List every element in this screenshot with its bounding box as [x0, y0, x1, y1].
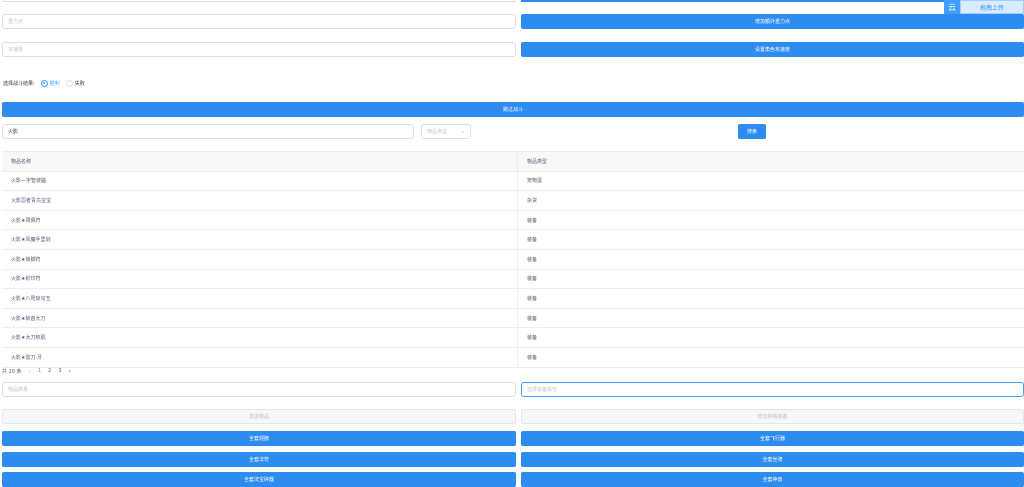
- full-treasure-button[interactable]: 全套法宝碎器: [2, 472, 516, 487]
- radio-defeat[interactable]: 失败: [65, 79, 85, 87]
- page-3[interactable]: 3: [58, 368, 61, 374]
- column-header-type: 物品类型: [527, 158, 548, 165]
- item-type-cell: 装备: [527, 256, 538, 263]
- table-row[interactable]: 火影★大刀鲛肌 装备: [2, 328, 1024, 348]
- table-row[interactable]: 火影★风魔手里剑 装备: [2, 230, 1024, 250]
- table-row[interactable]: 火影★八咫琼勾玉 装备: [2, 289, 1024, 309]
- battle-result-group: 选择战斗结果: 胜利 失败: [3, 77, 85, 89]
- table-row[interactable]: 火影★封印符 装备: [2, 269, 1024, 290]
- drag-upload-button[interactable]: 拖拽上传: [960, 0, 1024, 14]
- full-mount-button[interactable]: 全套坐骑: [521, 452, 1024, 467]
- cloud-icon[interactable]: 云: [944, 0, 960, 14]
- set-speed-button[interactable]: 设置角色攻速度: [521, 42, 1024, 57]
- item-type-cell: 装备: [527, 315, 538, 322]
- battle-result-label: 选择战斗结果:: [3, 80, 35, 87]
- send-item-button[interactable]: 发送物品: [2, 409, 516, 424]
- add-gravity-button[interactable]: 增加额外重力点: [521, 14, 1024, 29]
- table-row[interactable]: 火影—宇智波鼬 宠物蛋: [2, 171, 1024, 192]
- chevron-down-icon: ⌄: [459, 128, 465, 135]
- item-name-cell: 火影忍者青鸟宝宝: [2, 191, 518, 210]
- full-aircraft-button[interactable]: 全套飞行器: [521, 431, 1024, 446]
- table-row[interactable]: 火影★斩首大刀 装备: [2, 308, 1024, 329]
- item-name-cell: 火影★雷刀·牙: [2, 347, 518, 367]
- pagination: 共 20 条 ‹ 1 2 3 ›: [2, 366, 71, 376]
- item-type-cell: 杂货: [527, 197, 538, 204]
- chevron-right-icon[interactable]: ›: [69, 368, 71, 375]
- chevron-left-icon[interactable]: ‹: [29, 368, 31, 375]
- item-name-cell: 火影—宇智波鼬: [2, 171, 518, 191]
- item-search-input[interactable]: [2, 124, 414, 139]
- page-1[interactable]: 1: [38, 368, 41, 374]
- speed-input[interactable]: [2, 42, 516, 57]
- item-type-cell: 装备: [527, 335, 538, 342]
- radio-victory[interactable]: 胜利: [40, 79, 60, 87]
- item-name-cell: 火影★风魔手里剑: [2, 230, 518, 249]
- item-name-cell: 火影★八咫琼勾玉: [2, 289, 518, 308]
- item-type-cell: 装备: [527, 237, 538, 244]
- top-input-remnant[interactable]: [2, 0, 516, 2]
- table-row[interactable]: 火影忍者青鸟宝宝 杂货: [2, 191, 1024, 211]
- item-type-cell: 装备: [527, 217, 538, 224]
- full-talisman-button[interactable]: 全套法符: [2, 452, 516, 467]
- category-select[interactable]: 物品类型 ⌄: [421, 124, 471, 139]
- attribute-input[interactable]: [521, 382, 1024, 397]
- search-button[interactable]: 搜索: [738, 124, 766, 139]
- radio-checked-icon: [40, 79, 48, 87]
- upload-widget: 云 拖拽上传: [944, 0, 1024, 14]
- page-2[interactable]: 2: [48, 368, 51, 374]
- item-name-cell: 火影★锁脚符: [2, 249, 518, 269]
- item-type-cell: 宠物蛋: [527, 178, 543, 185]
- item-name-cell: 火影★颈佩符: [2, 210, 518, 230]
- category-select-value: 物品类型: [427, 129, 448, 135]
- skip-battle-button[interactable]: 跳过战斗: [2, 102, 1024, 117]
- gravity-input[interactable]: [2, 14, 516, 29]
- full-wings-button[interactable]: 全套翅膀: [2, 431, 516, 446]
- table-row[interactable]: 火影★雷刀·牙 装备: [2, 347, 1024, 368]
- items-table: 物品名称 物品类型 火影—宇智波鼬 宠物蛋 火影忍者青鸟宝宝 杂货 火影★颈佩符 装备…: [2, 151, 1024, 368]
- table-row[interactable]: 火影★锁脚符 装备: [2, 249, 1024, 270]
- add-special-equip-button[interactable]: 增加特殊装备: [521, 409, 1024, 424]
- pagination-total: 共 20 条: [2, 368, 22, 375]
- item-type-cell: 装备: [527, 295, 538, 302]
- radio-unchecked-icon: [65, 79, 73, 87]
- full-beast-button[interactable]: 全套神兽: [521, 472, 1024, 487]
- item-name-cell: 火影★大刀鲛肌: [2, 328, 518, 347]
- table-row[interactable]: 火影★颈佩符 装备: [2, 210, 1024, 231]
- item-type-cell: 装备: [527, 354, 538, 361]
- column-header-name: 物品名称: [2, 152, 518, 171]
- item-name-cell: 火影★斩首大刀: [2, 308, 518, 328]
- item-name-cell: 火影★封印符: [2, 269, 518, 289]
- table-header: 物品名称 物品类型: [2, 152, 1024, 172]
- item-type-cell: 装备: [527, 276, 538, 283]
- quantity-input[interactable]: [2, 382, 516, 397]
